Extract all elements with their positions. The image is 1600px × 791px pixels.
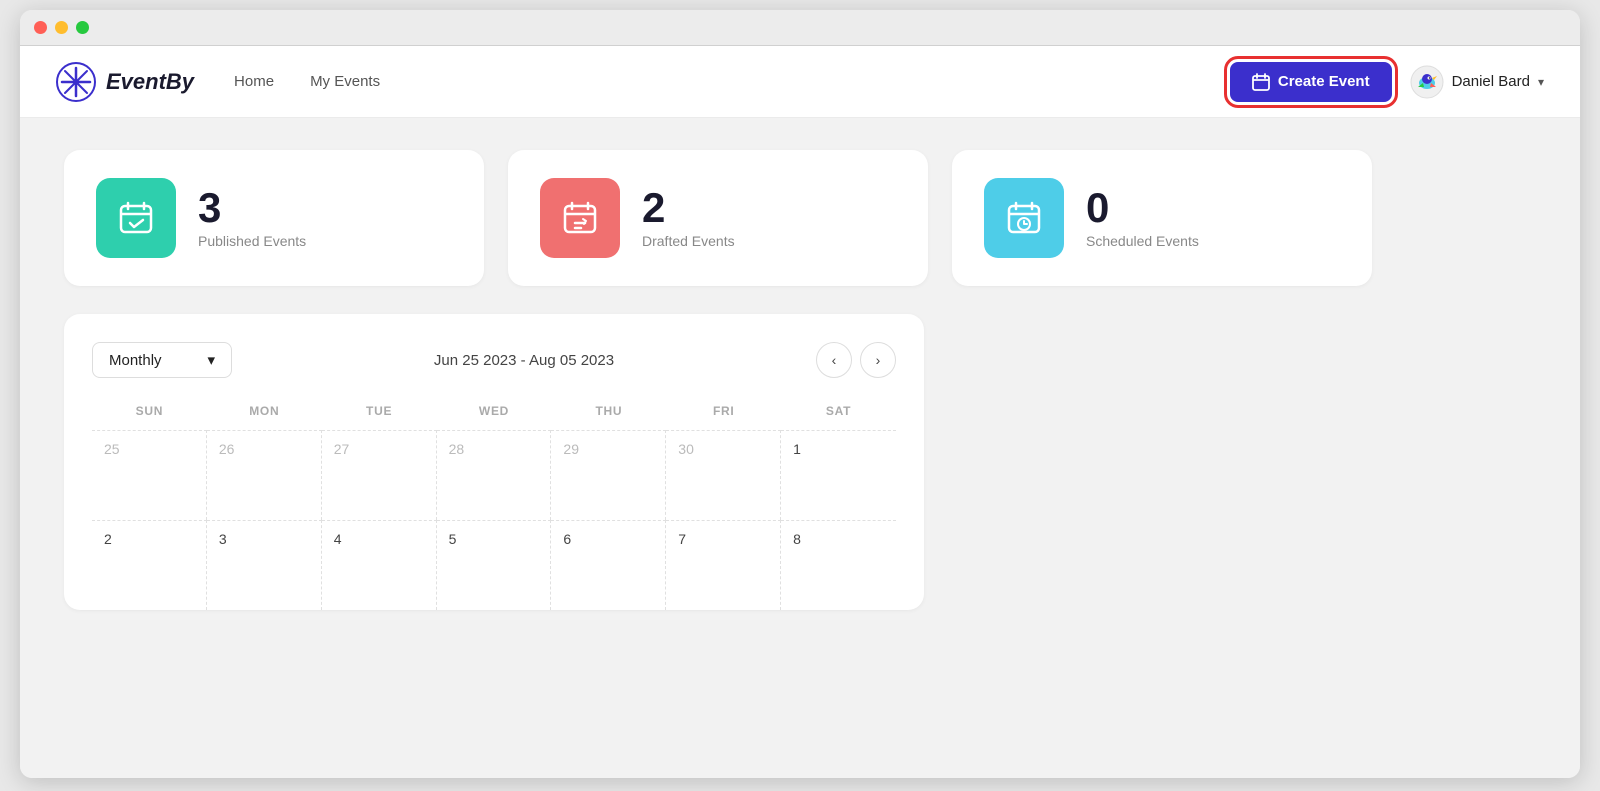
cal-cell-28[interactable]: 28 (437, 430, 552, 520)
published-count: 3 (198, 187, 306, 229)
app-window: EventBy Home My Events Create Event (20, 10, 1580, 778)
drafted-label: Drafted Events (642, 233, 735, 249)
calendar-week-2: 2 3 4 5 6 7 8 (92, 520, 896, 610)
scheduled-count: 0 (1086, 187, 1199, 229)
calendar-card: Monthly ▾ Jun 25 2023 - Aug 05 2023 ‹ › … (64, 314, 924, 610)
close-button[interactable] (34, 21, 47, 34)
traffic-lights (34, 21, 89, 34)
cal-cell-27[interactable]: 27 (322, 430, 437, 520)
calendar-nav-arrows: ‹ › (816, 342, 896, 378)
logo-text: EventBy (106, 69, 194, 95)
calendar-check-icon (117, 199, 155, 237)
stat-card-published: 3 Published Events (64, 150, 484, 286)
user-menu[interactable]: Daniel Bard ▾ (1410, 65, 1544, 99)
view-select-chevron: ▾ (207, 351, 215, 369)
minimize-button[interactable] (55, 21, 68, 34)
day-header-tue: TUE (322, 396, 437, 430)
cal-cell-26[interactable]: 26 (207, 430, 322, 520)
calendar-icon (1252, 73, 1270, 91)
main-content: 3 Published Events (20, 118, 1580, 778)
cal-cell-8[interactable]: 8 (781, 520, 896, 610)
calendar-week-1: 25 26 27 28 29 30 1 (92, 430, 896, 520)
logo-area: EventBy (56, 62, 194, 102)
day-header-wed: WED (437, 396, 552, 430)
cal-cell-30[interactable]: 30 (666, 430, 781, 520)
user-name: Daniel Bard (1452, 73, 1530, 90)
chevron-down-icon: ▾ (1538, 75, 1544, 89)
nav-right: Create Event Daniel Bard ▾ (1230, 62, 1544, 102)
day-header-fri: FRI (666, 396, 781, 430)
navbar: EventBy Home My Events Create Event (20, 46, 1580, 118)
cal-cell-7[interactable]: 7 (666, 520, 781, 610)
nav-my-events[interactable]: My Events (310, 73, 380, 90)
cal-cell-3[interactable]: 3 (207, 520, 322, 610)
cal-cell-5[interactable]: 5 (437, 520, 552, 610)
cal-cell-25[interactable]: 25 (92, 430, 207, 520)
nav-home[interactable]: Home (234, 73, 274, 90)
create-event-button[interactable]: Create Event (1230, 62, 1392, 102)
drafted-count: 2 (642, 187, 735, 229)
stat-card-scheduled: 0 Scheduled Events (952, 150, 1372, 286)
scheduled-info: 0 Scheduled Events (1086, 187, 1199, 249)
next-arrow-button[interactable]: › (860, 342, 896, 378)
cal-cell-6[interactable]: 6 (551, 520, 666, 610)
view-select-label: Monthly (109, 352, 162, 369)
day-header-mon: MON (207, 396, 322, 430)
drafted-info: 2 Drafted Events (642, 187, 735, 249)
calendar-day-headers: SUN MON TUE WED THU FRI SAT (92, 396, 896, 430)
stat-card-drafted: 2 Drafted Events (508, 150, 928, 286)
nav-links: Home My Events (234, 73, 1230, 90)
logo-icon (56, 62, 96, 102)
titlebar (20, 10, 1580, 46)
published-icon-box (96, 178, 176, 258)
cal-cell-4[interactable]: 4 (322, 520, 437, 610)
scheduled-icon-box (984, 178, 1064, 258)
cal-cell-2[interactable]: 2 (92, 520, 207, 610)
cal-cell-1[interactable]: 1 (781, 430, 896, 520)
day-header-thu: THU (551, 396, 666, 430)
published-info: 3 Published Events (198, 187, 306, 249)
day-header-sun: SUN (92, 396, 207, 430)
maximize-button[interactable] (76, 21, 89, 34)
calendar-edit-icon (561, 199, 599, 237)
cal-cell-29[interactable]: 29 (551, 430, 666, 520)
scheduled-label: Scheduled Events (1086, 233, 1199, 249)
calendar-clock-icon (1005, 199, 1043, 237)
day-header-sat: SAT (781, 396, 896, 430)
stats-row: 3 Published Events (64, 150, 1536, 286)
view-select-dropdown[interactable]: Monthly ▾ (92, 342, 232, 378)
drafted-icon-box (540, 178, 620, 258)
user-avatar-icon (1410, 65, 1444, 99)
calendar-header: Monthly ▾ Jun 25 2023 - Aug 05 2023 ‹ › (92, 342, 896, 378)
published-label: Published Events (198, 233, 306, 249)
prev-arrow-button[interactable]: ‹ (816, 342, 852, 378)
calendar-date-range: Jun 25 2023 - Aug 05 2023 (434, 352, 614, 369)
